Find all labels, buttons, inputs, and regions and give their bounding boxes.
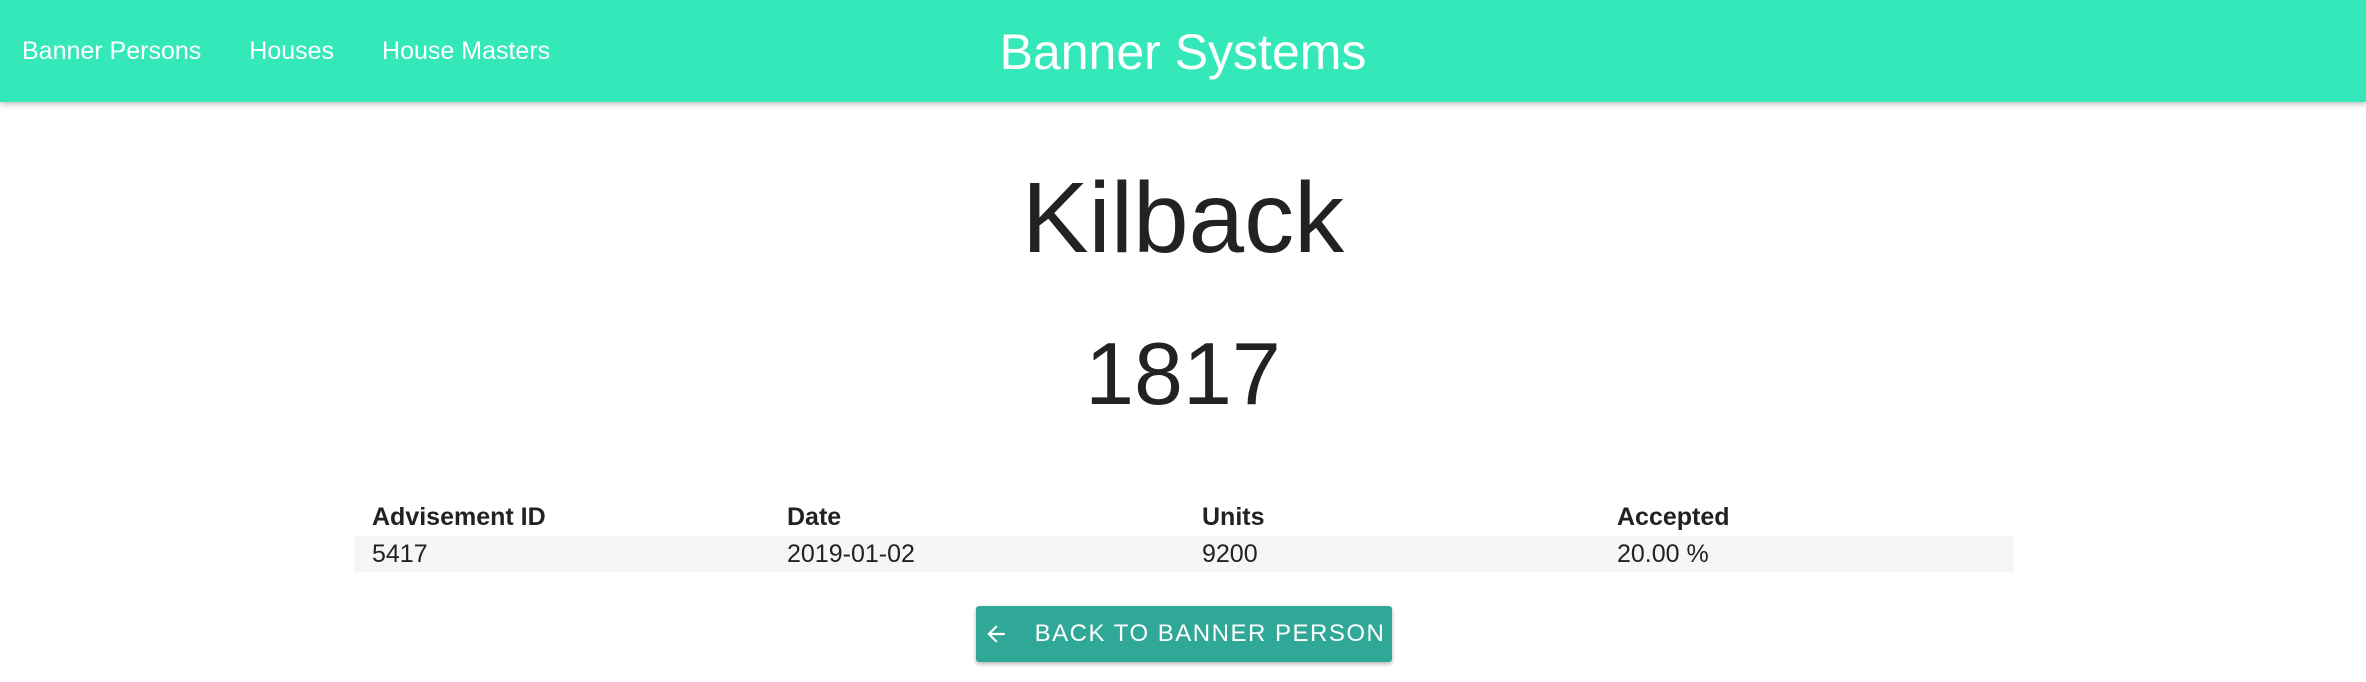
cell-accepted: 20.00 %	[1599, 536, 2014, 572]
column-header-accepted: Accepted	[1617, 502, 1730, 531]
main-nav: Banner Persons Houses House Masters	[22, 0, 598, 102]
table-row: 5417 2019-01-02 9200 20.00 %	[354, 536, 2014, 572]
column-header-units: Units	[1202, 502, 1265, 531]
app-bar: Banner Persons Houses House Masters Bann…	[0, 0, 2366, 102]
arrow-left-icon	[983, 621, 1009, 647]
back-to-banner-person-button[interactable]: BACK TO BANNER PERSON	[976, 606, 1392, 662]
nav-link-houses[interactable]: Houses	[249, 37, 334, 66]
back-button-label: BACK TO BANNER PERSON	[1034, 620, 1386, 647]
table-header-row: Advisement ID Date Units Accepted	[354, 498, 2014, 536]
person-name: Kilback	[1021, 162, 1345, 274]
column-header-advisement-id: Advisement ID	[372, 502, 546, 531]
cell-units: 9200	[1184, 536, 1599, 572]
cell-advisement-id: 5417	[354, 536, 769, 572]
column-header-date: Date	[787, 502, 842, 531]
cell-date: 2019-01-02	[769, 536, 1184, 572]
main-content: Kilback 1817 Advisement ID Date Units Ac…	[0, 102, 2366, 682]
nav-link-house-masters[interactable]: House Masters	[382, 37, 550, 66]
advisements-table: Advisement ID Date Units Accepted 5417 2…	[354, 498, 2014, 572]
person-number: 1817	[1085, 324, 1281, 423]
nav-link-banner-persons[interactable]: Banner Persons	[22, 37, 201, 66]
